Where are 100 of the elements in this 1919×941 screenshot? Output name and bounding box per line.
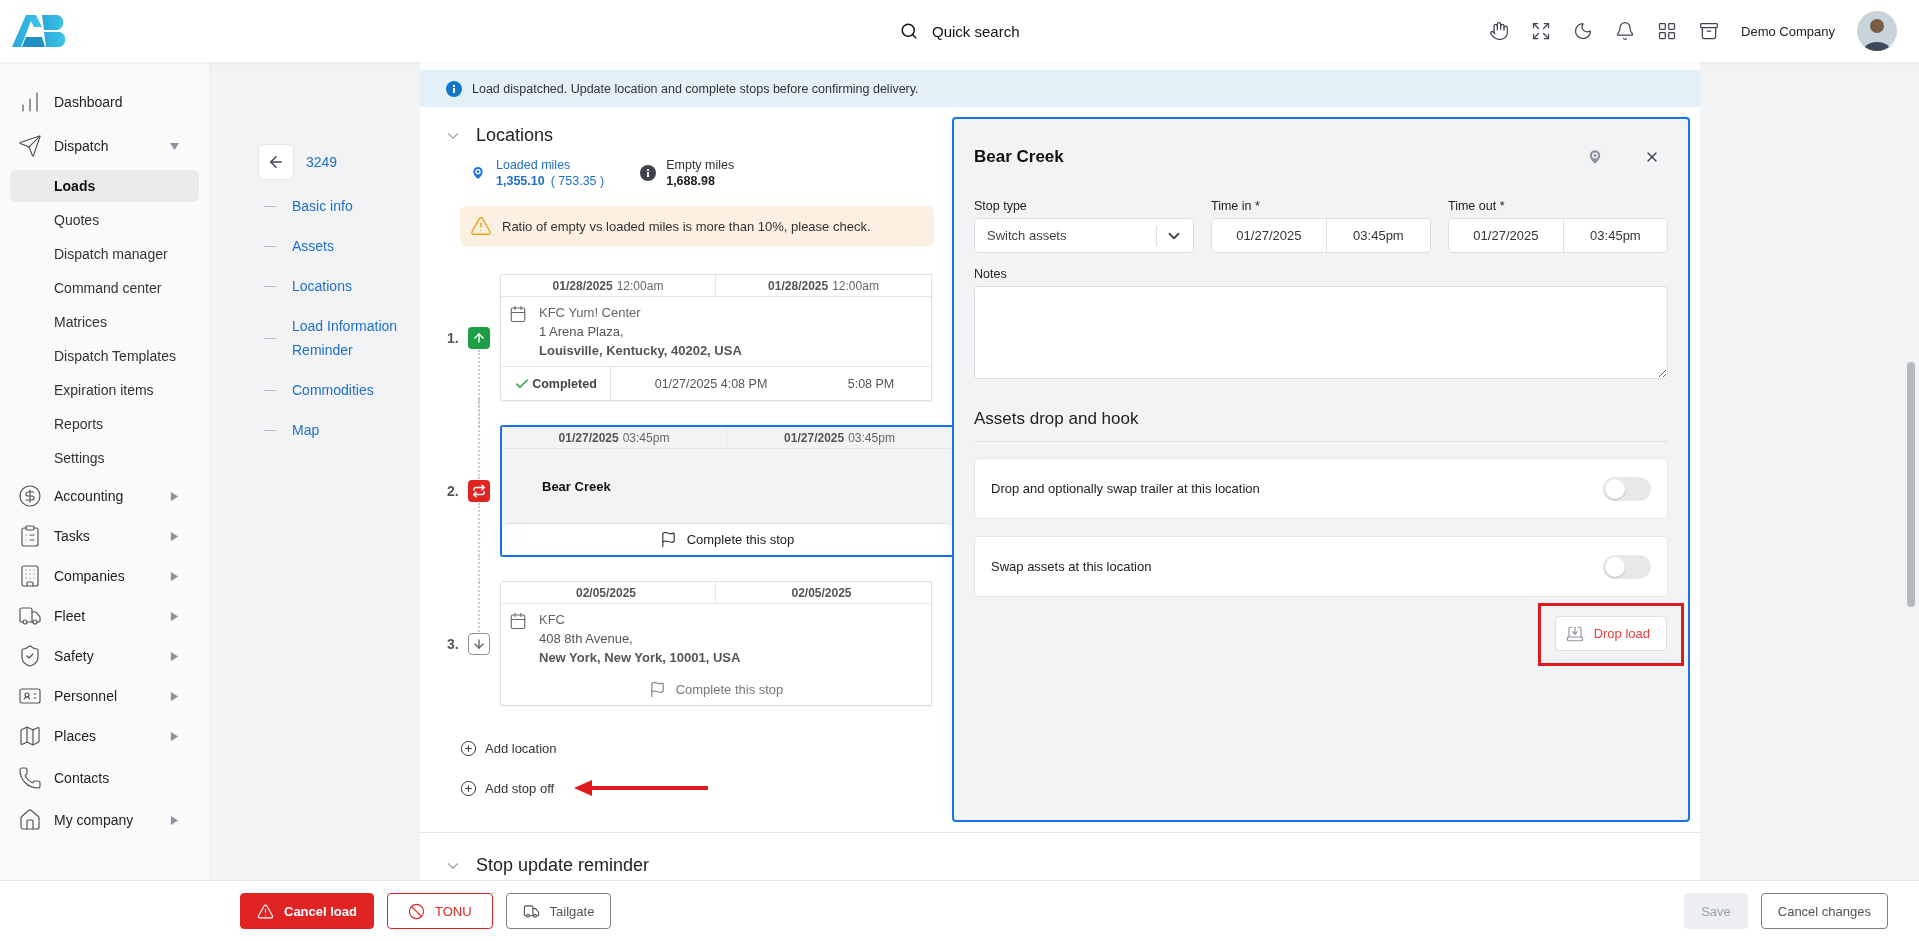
archive-icon[interactable] [1699, 21, 1720, 41]
sidebar-item[interactable]: Companies [10, 556, 199, 596]
complete-stop-button[interactable]: Complete this stop [502, 523, 952, 555]
empty-miles-value: 1,688.98 [666, 174, 716, 188]
stop-number: 3. [447, 635, 460, 652]
user-avatar[interactable] [1857, 11, 1897, 51]
sidebar-item[interactable]: My company [10, 800, 199, 840]
stop-date: 02/05/2025 [501, 582, 716, 603]
section-link[interactable]: Commodities [292, 378, 374, 402]
expand-icon[interactable] [1531, 21, 1552, 41]
sidebar-subitem[interactable]: Expiration items [10, 374, 199, 406]
stop-name: Bear Creek [541, 478, 611, 494]
section-link[interactable]: Basic info [292, 194, 353, 218]
stop-card[interactable]: 01/27/2025 03:45pm 01/27/2025 03:45pm Bear Creek Complete this stop [500, 425, 952, 557]
calendar-icon [509, 612, 527, 630]
scrollbar-thumb[interactable] [1907, 362, 1915, 607]
sidebar-item[interactable]: Personnel [10, 676, 199, 716]
section-link[interactable]: Assets [292, 234, 334, 258]
footer-button[interactable]: TONU [386, 893, 493, 929]
stop-street: 408 8th Avenue, [539, 631, 634, 646]
archive-box-icon [1565, 624, 1584, 643]
section-link[interactable]: Load Information Reminder [292, 314, 408, 362]
stop-date: 01/28/2025 12:00am [501, 275, 716, 296]
map-pin-icon [470, 165, 486, 181]
banner-text: Load dispatched. Update location and complete stops before confirming delivery. [472, 81, 919, 96]
stop-date: 01/27/2025 03:45pm [502, 427, 727, 448]
plus-circle-icon [460, 779, 477, 797]
shield-check-icon [18, 644, 42, 668]
building-icon [18, 564, 42, 588]
toggle-label: Drop and optionally swap trailer at this location [991, 481, 1261, 496]
notes-field[interactable] [974, 286, 1668, 379]
flag-icon [659, 531, 677, 548]
toggle-label: Swap assets at this location [991, 559, 1153, 574]
sidebar-subitem[interactable]: Dispatch manager [10, 238, 199, 270]
warning-text: Ratio of empty vs loaded miles is more than 10%, please check. [502, 218, 871, 234]
hand-icon[interactable] [1489, 21, 1510, 41]
sidebar-subitem[interactable]: Command center [10, 272, 199, 304]
sidebar-subitem[interactable]: Matrices [10, 306, 199, 338]
sidebar-subitem[interactable]: Loads [10, 170, 199, 202]
ban-icon [407, 902, 425, 920]
panel-title: Bear Creek [974, 147, 1065, 167]
complete-stop-button[interactable]: Complete this stop [501, 673, 931, 705]
sidebar-item[interactable]: Contacts [10, 756, 199, 800]
notifications-icon[interactable] [1615, 21, 1636, 41]
field-label: Time in * [1211, 199, 1261, 213]
stop-card[interactable]: 01/28/2025 12:00am 01/28/2025 12:00am KFC Yum! Center 1 Arena Plaza, Louisville, Kentucky, 40202, USA Completed 01/27/2025 4:08 PM 5:08 PM [500, 274, 932, 401]
add-stop-off-button[interactable]: Add stop off [460, 779, 555, 797]
stop-card[interactable]: 02/05/2025 02/05/2025 KFC 408 8th Avenue, New York, New York, 10001, USA Complete this stop [500, 581, 932, 706]
section-title: Assets drop and hook [974, 409, 1668, 442]
company-name: Demo Company [1741, 23, 1835, 39]
sidebar-subitem[interactable]: Settings [10, 442, 199, 474]
time-field[interactable]: 03:45pm [1563, 218, 1668, 253]
stop-name: KFC [539, 612, 566, 627]
apps-grid-icon[interactable] [1657, 21, 1678, 41]
section-link[interactable]: Map [292, 418, 320, 442]
date-field[interactable]: 01/27/2025 [1211, 218, 1327, 253]
stop-name: KFC Yum! Center [539, 305, 642, 320]
toggle-switch[interactable] [1603, 554, 1651, 579]
sidebar-item[interactable]: Places [10, 716, 199, 756]
sidebar-subitem[interactable]: Dispatch Templates [10, 340, 199, 372]
sidebar-item[interactable]: Fleet [10, 596, 199, 636]
sidebar-item[interactable]: Tasks [10, 516, 199, 556]
stop-city: Louisville, Kentucky, 40202, USA [539, 343, 742, 358]
sidebar-subitem[interactable]: Reports [10, 408, 199, 440]
stop-type-select[interactable]: Switch assets [974, 218, 1194, 253]
stop-street: 1 Arena Plaza, [539, 324, 625, 339]
stop-status: Completed [501, 367, 611, 400]
drop-load-button[interactable]: Drop load [1554, 616, 1667, 651]
sidebar-item[interactable]: Safety [10, 636, 199, 676]
plus-circle-icon [460, 740, 477, 757]
quick-search-button[interactable]: Quick search [896, 18, 1024, 44]
calendar-icon [509, 305, 527, 323]
truck-icon [522, 902, 540, 920]
moon-icon[interactable] [1573, 21, 1594, 41]
time-field[interactable]: 03:45pm [1326, 218, 1431, 253]
add-location-button[interactable]: Add location [460, 740, 557, 757]
logo [12, 13, 68, 49]
back-button[interactable] [258, 144, 294, 180]
toggle-switch[interactable] [1603, 476, 1651, 501]
sidebar-item[interactable]: Dispatch [10, 124, 199, 168]
load-number-link[interactable]: 3249 [306, 150, 338, 174]
info-icon [446, 80, 462, 97]
footer-button[interactable]: Cancel changes [1760, 893, 1888, 929]
field-label: Notes [974, 267, 1008, 281]
field-label: Stop type [974, 199, 1028, 213]
footer-button[interactable]: Tailgate [505, 893, 612, 929]
date-field[interactable]: 01/27/2025 [1448, 218, 1564, 253]
stop-date: 01/27/2025 03:45pm [783, 429, 896, 447]
map-pin-icon[interactable] [1586, 148, 1604, 166]
footer-button[interactable]: Cancel load [240, 893, 374, 929]
section-title: Stop update reminder [476, 855, 650, 876]
sidebar-item[interactable]: Dashboard [10, 80, 199, 124]
sidebar-subitem[interactable]: Quotes [10, 204, 199, 236]
warning-icon [257, 902, 274, 920]
sidebar-item[interactable]: Accounting [10, 476, 199, 516]
stop-date: 02/05/2025 [790, 584, 853, 602]
loaded-miles-value: 1,355.10 ( 753.35 ) [496, 174, 605, 188]
stop-number: 2. [447, 483, 460, 499]
truck-icon [18, 604, 42, 628]
section-link[interactable]: Locations [292, 274, 352, 298]
